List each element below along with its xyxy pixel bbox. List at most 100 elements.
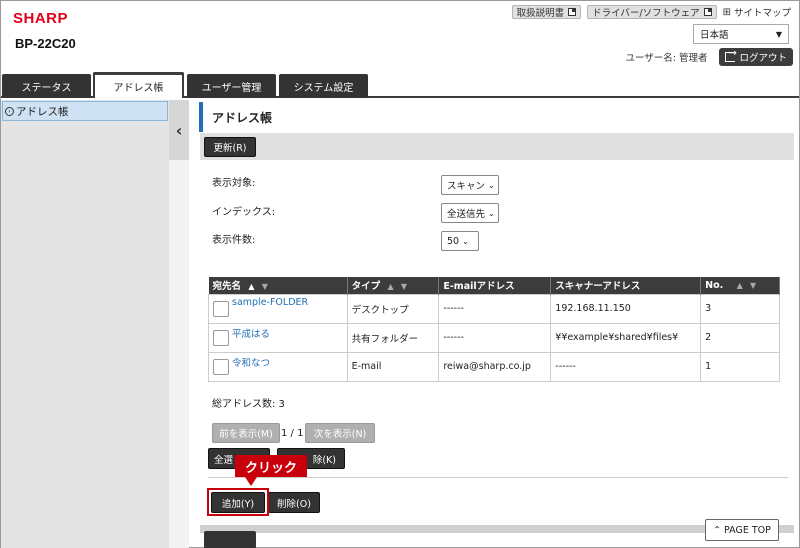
cell-scanner: 192.168.11.150 xyxy=(550,293,702,324)
sort-desc-icon[interactable]: ▼ xyxy=(401,282,407,291)
table-row: sample-FOLDER デスクトップ ------ 192.168.11.1… xyxy=(208,293,780,324)
filter-index-value: 全送信先 xyxy=(447,209,486,220)
column-no-header[interactable]: No. ▲ ▼ xyxy=(700,277,780,294)
main-content: アドレス帳 更新(R) 表示対象: スキャン ⌄ インデックス: 全送信先 ⌄ … xyxy=(197,100,800,548)
tab-status[interactable]: ステータス xyxy=(2,74,91,98)
logout-button[interactable]: ログアウト xyxy=(719,48,793,66)
row-checkbox[interactable] xyxy=(213,358,229,375)
entry-link[interactable]: 平成はる xyxy=(232,329,270,340)
entry-link[interactable]: sample-FOLDER xyxy=(232,297,308,308)
sort-asc-icon[interactable]: ▲ xyxy=(387,282,393,291)
bottom-button[interactable] xyxy=(204,531,256,548)
top-links: 取扱説明書 ドライバー/ソフトウェア ⊞ サイトマップ xyxy=(511,5,791,20)
sidebar-collapse-button[interactable]: ‹ xyxy=(169,100,189,160)
next-page-button[interactable]: 次を表示(N) xyxy=(305,423,375,443)
row-checkbox[interactable] xyxy=(213,329,229,346)
sidebar-item-address-book[interactable]: › アドレス帳 xyxy=(2,101,168,121)
cell-no: 3 xyxy=(700,293,780,324)
filter-target-label: 表示対象: xyxy=(212,178,256,189)
filter-index-label: インデックス: xyxy=(212,207,276,218)
page-indicator: 1 / 1 xyxy=(281,428,304,439)
column-name-header[interactable]: 宛先名 ▲ ▼ xyxy=(208,277,348,294)
sitemap-icon: ⊞ xyxy=(722,6,731,18)
column-label: タイプ xyxy=(351,281,381,293)
highlight-box xyxy=(207,488,269,516)
filter-target-select[interactable]: スキャン ⌄ xyxy=(441,175,499,195)
column-label: No. xyxy=(705,279,724,291)
sort-desc-icon[interactable]: ▼ xyxy=(262,282,268,291)
column-label: 宛先名 xyxy=(212,281,242,293)
sharp-logo: SHARP xyxy=(13,10,69,27)
column-scanner-header: スキャナーアドレス xyxy=(550,277,702,294)
refresh-button[interactable]: 更新(R) xyxy=(204,137,256,157)
table-row: 平成はる 共有フォルダー ------ ¥¥example¥shared¥fil… xyxy=(208,322,780,353)
sitemap-label: サイトマップ xyxy=(733,8,791,19)
prev-page-button[interactable]: 前を表示(M) xyxy=(212,423,280,443)
chevron-down-icon: ▼ xyxy=(775,29,782,39)
entry-link[interactable]: 令和なつ xyxy=(232,358,270,369)
total-count: 総アドレス数: 3 xyxy=(212,399,285,410)
cell-scanner: ------ xyxy=(550,351,702,382)
manual-link-label: 取扱説明書 xyxy=(516,8,565,19)
user-area: ユーザー名: 管理者 ログアウト xyxy=(625,48,793,66)
cell-email: ------ xyxy=(438,293,552,324)
header: SHARP BP-22C20 取扱説明書 ドライバー/ソフトウェア ⊞ サイトマ… xyxy=(1,1,799,73)
tab-user-management[interactable]: ユーザー管理 xyxy=(187,74,276,98)
language-value: 日本語 xyxy=(700,30,729,41)
cell-name: 平成はる xyxy=(208,322,348,353)
page-top-button[interactable]: ⌃ PAGE TOP xyxy=(705,519,779,541)
cell-type: E-mail xyxy=(346,351,440,382)
cell-type: 共有フォルダー xyxy=(346,322,440,353)
logout-label: ログアウト xyxy=(739,53,787,64)
manual-link[interactable]: 取扱説明書 xyxy=(511,5,582,19)
sort-asc-icon[interactable]: ▲ xyxy=(248,282,254,291)
sidebar-item-label: アドレス帳 xyxy=(16,105,69,118)
cell-no: 2 xyxy=(700,322,780,353)
chevron-down-icon: ⌄ xyxy=(488,180,495,190)
delete-button[interactable]: 削除(O) xyxy=(268,492,320,513)
click-callout: クリック xyxy=(235,455,307,477)
column-type-header[interactable]: タイプ ▲ ▼ xyxy=(347,277,440,294)
caret-up-icon: ⌃ xyxy=(713,524,722,536)
cell-name: sample-FOLDER xyxy=(208,293,348,324)
logout-icon xyxy=(725,48,737,62)
page-top-label: PAGE TOP xyxy=(724,524,771,536)
refresh-bar xyxy=(200,133,794,160)
filter-count-label: 表示件数: xyxy=(212,235,256,246)
external-link-icon xyxy=(703,8,712,16)
page-title: アドレス帳 xyxy=(199,102,272,132)
driver-link[interactable]: ドライバー/ソフトウェア xyxy=(587,5,717,19)
table-header-row: 宛先名 ▲ ▼ タイプ ▲ ▼ E-mailアドレス スキャナーアドレス No.… xyxy=(208,277,780,294)
sort-desc-icon[interactable]: ▼ xyxy=(750,281,756,290)
language-select[interactable]: 日本語 ▼ xyxy=(693,24,789,44)
sort-asc-icon[interactable]: ▲ xyxy=(737,281,743,290)
chevron-left-icon: ‹ xyxy=(175,120,183,140)
filter-index-select[interactable]: 全送信先 ⌄ xyxy=(441,203,499,223)
callout-pointer xyxy=(245,477,257,486)
sidebar: › アドレス帳 xyxy=(1,100,169,548)
chevron-down-icon: ⌄ xyxy=(462,236,469,246)
tab-system-settings[interactable]: システム設定 xyxy=(279,74,368,98)
cell-email: reiwa@sharp.co.jp xyxy=(438,351,552,382)
filter-target-value: スキャン xyxy=(447,181,486,192)
filter-count-select[interactable]: 50 ⌄ xyxy=(441,231,479,251)
model-name: BP-22C20 xyxy=(15,36,76,51)
chevron-down-icon: ⌄ xyxy=(488,208,495,218)
circle-arrow-icon: › xyxy=(5,106,14,116)
tab-address-book[interactable]: アドレス帳 xyxy=(93,72,184,98)
cell-email: ------ xyxy=(438,322,552,353)
sidebar-rail xyxy=(169,160,189,548)
external-link-icon xyxy=(568,8,577,16)
main-tabs: ステータス アドレス帳 ユーザー管理 システム設定 xyxy=(1,72,799,98)
cell-type: デスクトップ xyxy=(346,293,440,324)
cell-name: 令和なつ xyxy=(208,351,348,382)
cell-no: 1 xyxy=(700,351,780,382)
row-checkbox[interactable] xyxy=(213,300,229,317)
address-table: 宛先名 ▲ ▼ タイプ ▲ ▼ E-mailアドレス スキャナーアドレス No.… xyxy=(208,277,780,382)
filter-count-value: 50 xyxy=(447,235,460,247)
divider xyxy=(208,477,788,478)
cell-scanner: ¥¥example¥shared¥files¥ xyxy=(550,322,702,353)
column-email-header: E-mailアドレス xyxy=(438,277,552,294)
sitemap-link[interactable]: ⊞ サイトマップ xyxy=(722,5,791,20)
table-row: 令和なつ E-mail reiwa@sharp.co.jp ------ 1 xyxy=(208,351,780,382)
